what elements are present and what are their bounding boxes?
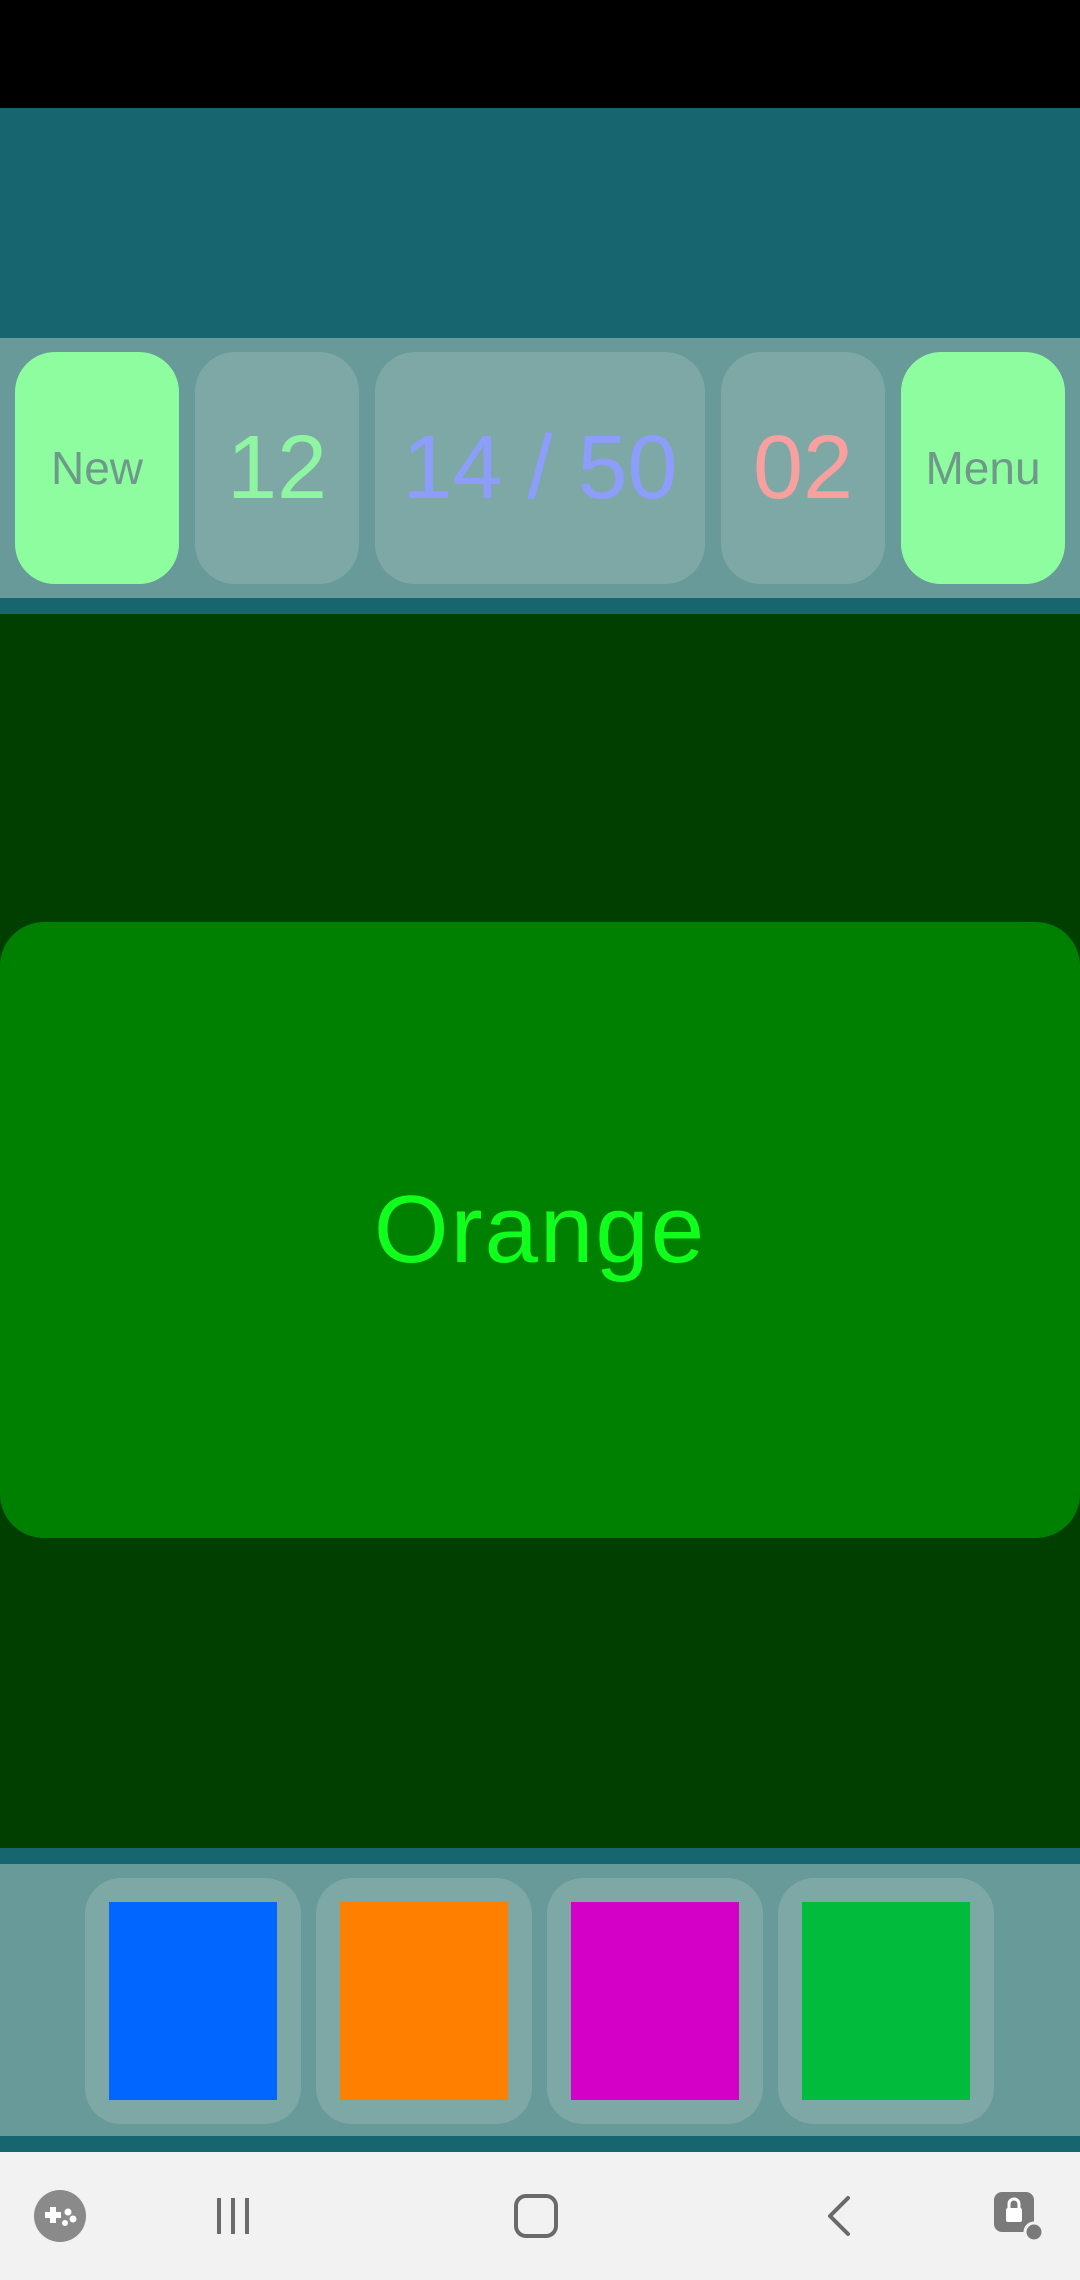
word-card: Orange <box>0 922 1080 1538</box>
status-bar <box>0 0 1080 108</box>
errors-counter: 02 <box>721 352 885 584</box>
new-game-button[interactable]: New <box>15 352 179 584</box>
swatch-blue <box>109 1902 277 2100</box>
progress-counter: 14 / 50 <box>375 352 705 584</box>
recent-apps-icon[interactable] <box>193 2176 273 2256</box>
swatch-orange <box>340 1902 508 2100</box>
toolbar-divider <box>0 598 1080 614</box>
new-game-label: New <box>50 442 144 494</box>
home-icon[interactable] <box>496 2176 576 2256</box>
swatch-button-magenta[interactable] <box>547 1878 763 2124</box>
color-word: Orange <box>373 1176 707 1283</box>
palette-divider-top <box>0 1848 1080 1864</box>
progress-value: 14 / 50 <box>402 417 678 518</box>
swatch-green <box>802 1902 970 2100</box>
score-counter: 12 <box>195 352 359 584</box>
swatch-magenta <box>571 1902 739 2100</box>
swatch-button-blue[interactable] <box>85 1878 301 2124</box>
header-band <box>0 108 1080 338</box>
game-launcher-icon[interactable] <box>20 2176 100 2256</box>
back-icon[interactable] <box>800 2176 880 2256</box>
screen-lock-icon[interactable] <box>978 2176 1058 2256</box>
errors-value: 02 <box>752 417 854 518</box>
menu-label: Menu <box>925 442 1041 494</box>
palette-divider-bottom <box>0 2136 1080 2152</box>
menu-button[interactable]: Menu <box>901 352 1065 584</box>
swatch-button-green[interactable] <box>778 1878 994 2124</box>
swatch-button-orange[interactable] <box>316 1878 532 2124</box>
score-value: 12 <box>226 417 328 518</box>
